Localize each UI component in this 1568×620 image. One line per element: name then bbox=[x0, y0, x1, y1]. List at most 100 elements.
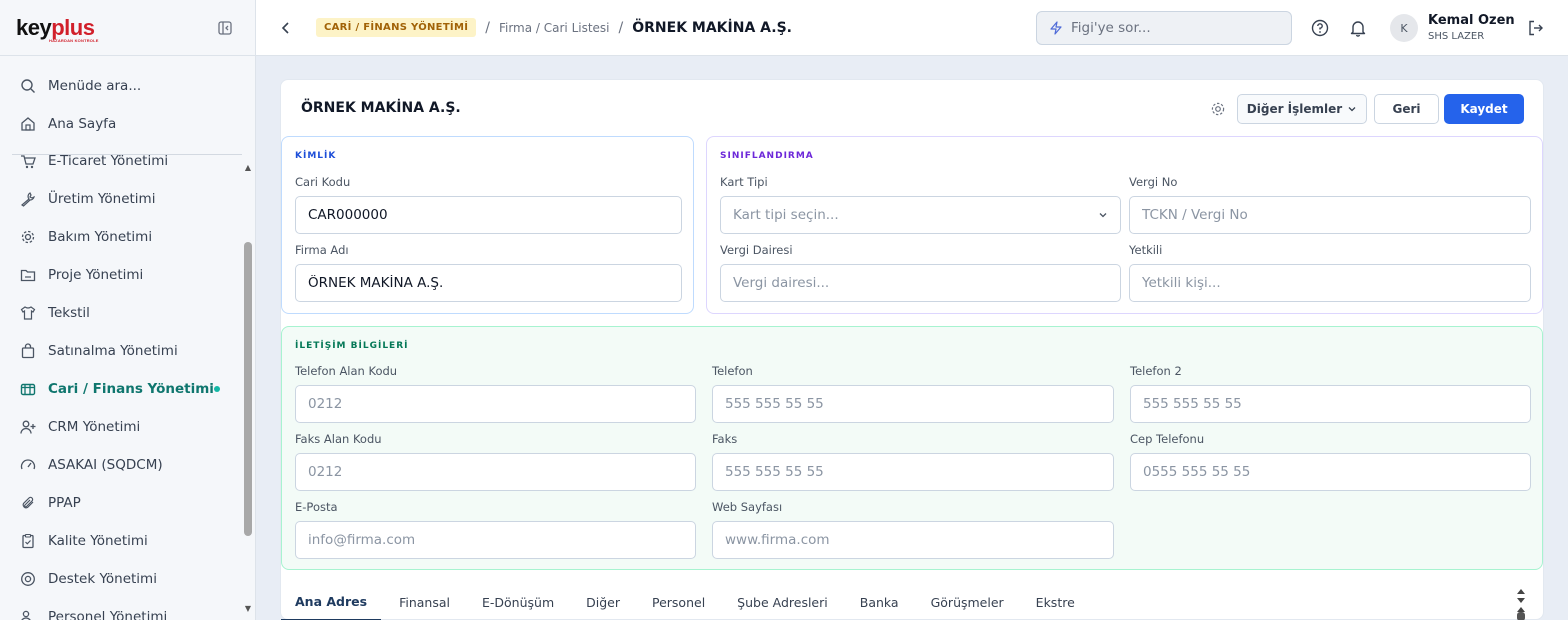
cari-code-input[interactable] bbox=[295, 196, 682, 234]
tab-sube-adresleri[interactable]: Şube Adresleri bbox=[723, 584, 842, 620]
menu-search[interactable]: Menüde ara... bbox=[0, 67, 255, 105]
tab-gorusmeler[interactable]: Görüşmeler bbox=[917, 584, 1018, 620]
logout-icon[interactable] bbox=[1526, 18, 1546, 38]
contact-heading: İLETİŞİM BİLGİLERİ bbox=[295, 341, 409, 351]
tab-ana-adres[interactable]: Ana Adres bbox=[281, 584, 382, 620]
email-field[interactable] bbox=[295, 521, 696, 559]
sidebar-item-label: Satınalma Yönetimi bbox=[48, 343, 178, 359]
tab-finansal[interactable]: Finansal bbox=[385, 584, 464, 620]
bell-icon[interactable] bbox=[1348, 18, 1368, 38]
sidebar-item-proje[interactable]: Proje Yönetimi bbox=[0, 256, 240, 294]
help-icon[interactable] bbox=[1310, 18, 1330, 38]
breadcrumb-separator: / bbox=[485, 19, 490, 36]
fax-input[interactable] bbox=[712, 453, 1114, 491]
breadcrumb-module-badge[interactable]: CARİ / FİNANS YÖNETİMİ bbox=[316, 18, 477, 37]
tab-ekstre[interactable]: Ekstre bbox=[1022, 584, 1089, 620]
breadcrumb-separator: / bbox=[618, 19, 624, 36]
tab-diger[interactable]: Diğer bbox=[572, 584, 634, 620]
sidebar-item-kalite[interactable]: Kalite Yönetimi bbox=[0, 522, 240, 560]
sidebar-item-label: Ana Sayfa bbox=[48, 116, 117, 132]
sidebar-item-label: Bakım Yönetimi bbox=[48, 229, 153, 245]
user-name: Kemal Ozen bbox=[1428, 13, 1515, 28]
sidebar-item-label: E-Ticaret Yönetimi bbox=[48, 153, 169, 169]
sidebar-menu-scroll[interactable]: E-Ticaret Yönetimi Üretim Yönetimi Bakım… bbox=[0, 142, 240, 620]
clipboard-icon bbox=[22, 533, 34, 549]
back-button[interactable]: Geri bbox=[1374, 94, 1439, 124]
sidebar-collapse-icon[interactable] bbox=[217, 20, 233, 36]
sidebar-scrollbar[interactable]: ▲ ▼ bbox=[241, 160, 255, 620]
wallet-icon bbox=[20, 383, 36, 396]
settings-gear-icon[interactable] bbox=[1210, 101, 1226, 117]
phone-area-code-label: Telefon Alan Kodu bbox=[295, 364, 398, 378]
website-label: Web Sayfası bbox=[712, 500, 783, 514]
sidebar: keyplus HAZARDAN KONTROLE Menüde ara... … bbox=[0, 0, 256, 620]
logo[interactable]: keyplus HAZARDAN KONTROLE bbox=[16, 14, 98, 42]
phone-area-code-input[interactable] bbox=[295, 385, 696, 423]
scroll-down-arrow-icon[interactable]: ▼ bbox=[243, 605, 253, 613]
company-name-input[interactable] bbox=[295, 264, 682, 302]
cart-icon bbox=[21, 155, 36, 169]
logo-row: keyplus HAZARDAN KONTROLE bbox=[0, 0, 255, 56]
menu-search-label: Menüde ara... bbox=[48, 78, 142, 94]
lifebuoy-icon bbox=[21, 572, 35, 586]
website-input[interactable] bbox=[712, 521, 1114, 559]
phone-label: Telefon bbox=[712, 364, 753, 378]
tab-personel[interactable]: Personel bbox=[638, 584, 719, 620]
identity-section: KİMLİK Cari Kodu Firma Adı bbox=[281, 136, 694, 314]
other-actions-button[interactable]: Diğer İşlemler bbox=[1237, 94, 1367, 124]
sidebar-item-satinalma[interactable]: Satınalma Yönetimi bbox=[0, 332, 240, 370]
ai-search-box[interactable] bbox=[1036, 11, 1292, 45]
sidebar-item-tekstil[interactable]: Tekstil bbox=[0, 294, 240, 332]
sidebar-item-personel[interactable]: Personel Yönetimi bbox=[0, 598, 240, 620]
card-scrollbar[interactable] bbox=[1514, 584, 1528, 620]
back-chevron-icon[interactable] bbox=[278, 20, 294, 36]
fax-area-code-label: Faks Alan Kodu bbox=[295, 432, 382, 446]
mobile-phone-input[interactable] bbox=[1130, 453, 1531, 491]
tax-office-label: Vergi Dairesi bbox=[720, 243, 793, 257]
authorized-person-input[interactable] bbox=[1129, 264, 1531, 302]
save-button[interactable]: Kaydet bbox=[1444, 94, 1524, 124]
sidebar-item-home[interactable]: Ana Sayfa bbox=[0, 105, 255, 143]
phone2-label: Telefon 2 bbox=[1130, 364, 1182, 378]
sidebar-item-crm[interactable]: CRM Yönetimi bbox=[0, 408, 240, 446]
chevron-down-icon bbox=[1099, 213, 1107, 218]
page-title: ÖRNEK MAKİNA A.Ş. bbox=[301, 100, 461, 116]
breadcrumb-link[interactable]: Firma / Cari Listesi bbox=[499, 21, 610, 35]
classification-heading: SINIFLANDIRMA bbox=[720, 151, 814, 161]
card-type-label: Kart Tipi bbox=[720, 175, 768, 189]
scroll-up-arrow-icon[interactable]: ▲ bbox=[243, 164, 253, 172]
phone2-input[interactable] bbox=[1130, 385, 1531, 423]
detail-tabs: Ana Adres Finansal E-Dönüşüm Diğer Perso… bbox=[281, 584, 1511, 620]
company-name-label: Firma Adı bbox=[295, 243, 349, 257]
ai-search-input[interactable] bbox=[1071, 20, 1271, 36]
sidebar-item-uretim[interactable]: Üretim Yönetimi bbox=[0, 180, 240, 218]
logo-accent-text: plus bbox=[51, 14, 95, 40]
sidebar-item-cari-finans[interactable]: Cari / Finans Yönetimi bbox=[0, 370, 240, 408]
avatar[interactable]: K bbox=[1390, 14, 1418, 42]
sidebar-item-asakai[interactable]: ASAKAI (SQDCM) bbox=[0, 446, 240, 484]
phone-input[interactable] bbox=[712, 385, 1114, 423]
email-label: E-Posta bbox=[295, 500, 338, 514]
card-type-placeholder: Kart tipi seçin... bbox=[733, 207, 839, 223]
tax-office-input[interactable] bbox=[720, 264, 1121, 302]
sidebar-item-destek[interactable]: Destek Yönetimi bbox=[0, 560, 240, 598]
tab-e-donusum[interactable]: E-Dönüşüm bbox=[468, 584, 568, 620]
authorized-person-label: Yetkili bbox=[1129, 243, 1163, 257]
sidebar-item-label: Personel Yönetimi bbox=[48, 609, 168, 620]
sidebar-item-bakim[interactable]: Bakım Yönetimi bbox=[0, 218, 240, 256]
card-type-select[interactable]: Kart tipi seçin... bbox=[720, 196, 1121, 234]
sidebar-item-label: Tekstil bbox=[48, 305, 90, 321]
sidebar-item-eticaret[interactable]: E-Ticaret Yönetimi bbox=[0, 142, 240, 180]
tax-number-input[interactable] bbox=[1129, 196, 1531, 234]
logo-text: key bbox=[16, 14, 52, 40]
scrollbar-thumb[interactable] bbox=[244, 242, 252, 536]
gauge-icon bbox=[20, 459, 36, 470]
home-icon bbox=[21, 117, 35, 131]
fax-area-code-input[interactable] bbox=[295, 453, 696, 491]
lightning-icon bbox=[1050, 21, 1062, 35]
cari-code-label: Cari Kodu bbox=[295, 175, 351, 189]
fax-label: Faks bbox=[712, 432, 738, 446]
tab-banka[interactable]: Banka bbox=[846, 584, 913, 620]
sidebar-item-label: Destek Yönetimi bbox=[48, 571, 157, 587]
sidebar-item-ppap[interactable]: PPAP bbox=[0, 484, 240, 522]
